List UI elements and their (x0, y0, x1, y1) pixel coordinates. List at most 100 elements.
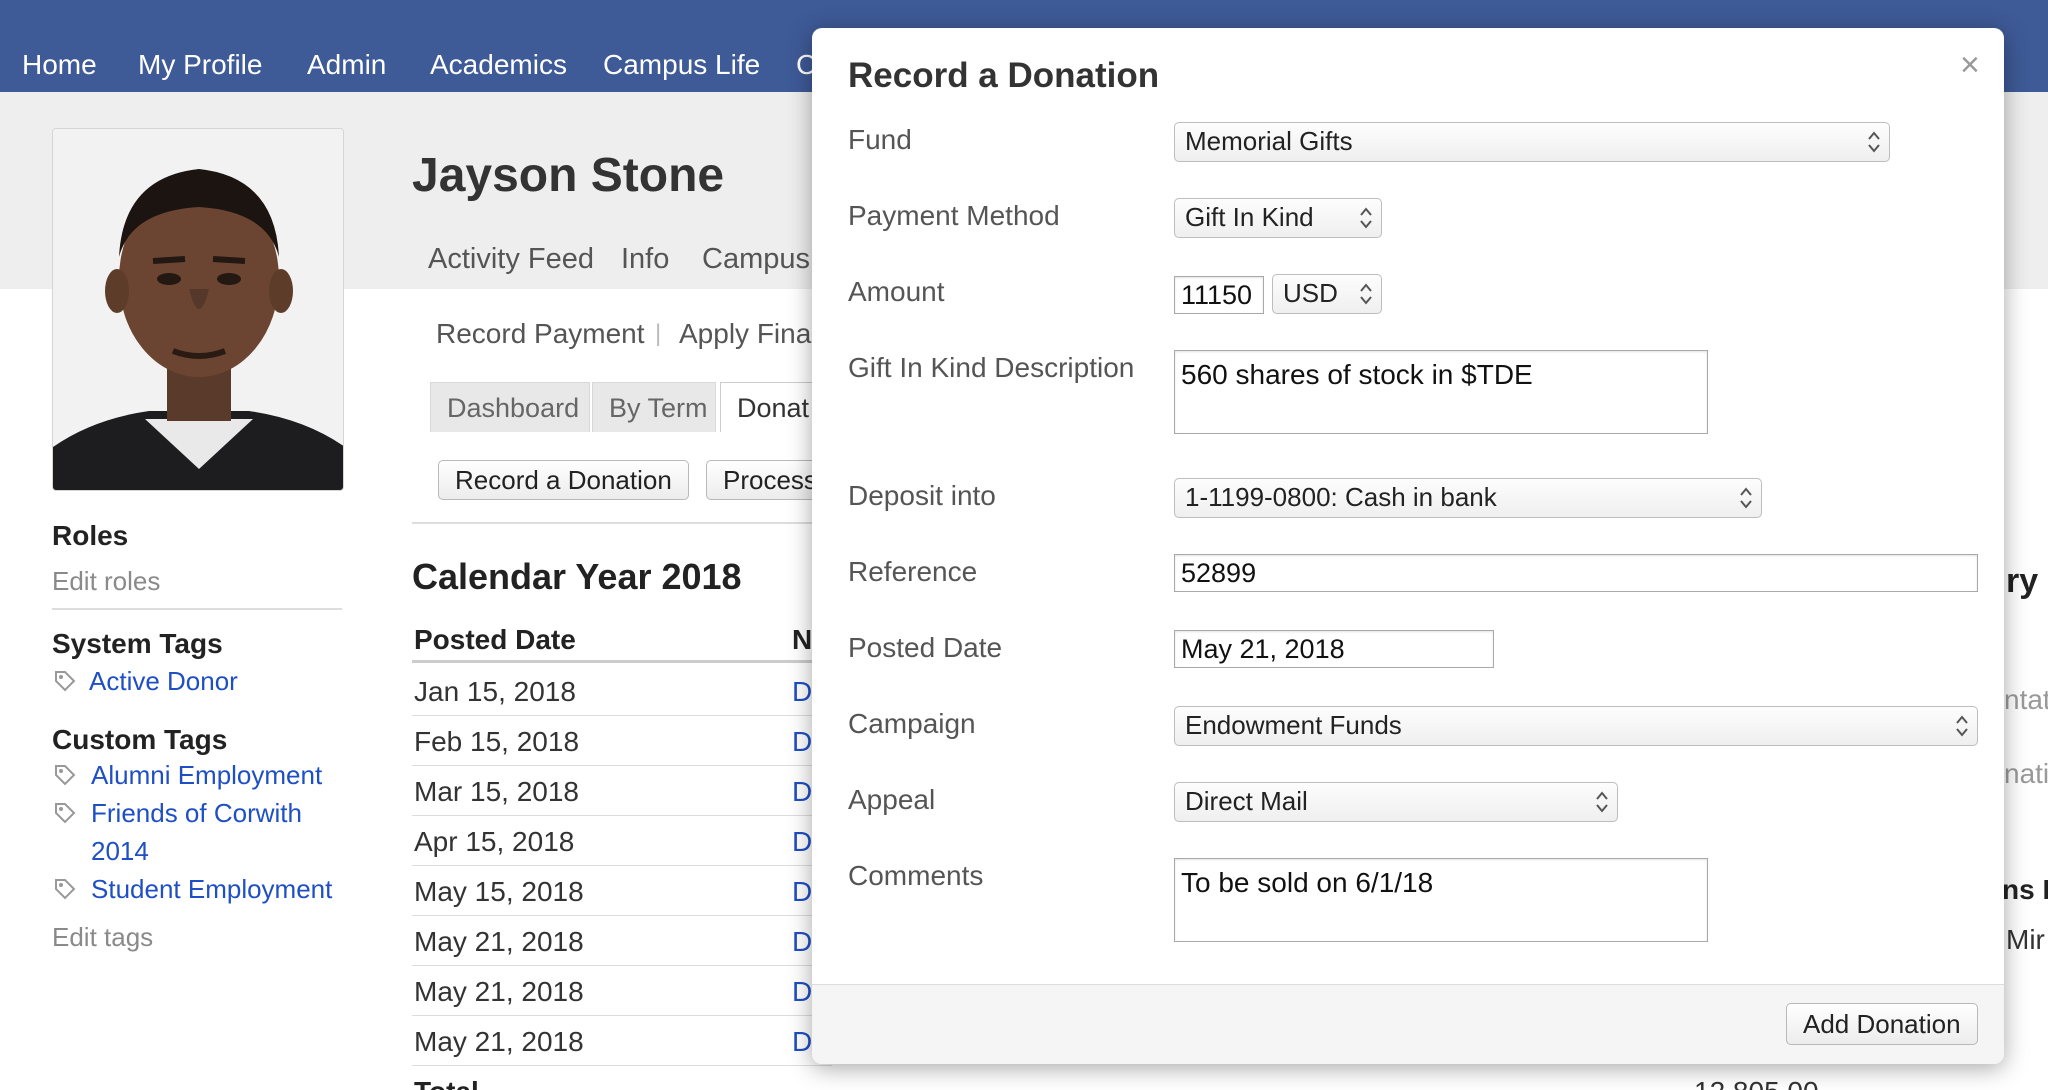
calendar-year-heading: Calendar Year 2018 (412, 556, 742, 597)
campaign-select[interactable]: Endowment Funds (1174, 706, 1978, 746)
reference-input[interactable]: 52899 (1174, 554, 1978, 592)
tag-icon (55, 765, 76, 786)
select-arrows-icon (1360, 207, 1372, 229)
row-date: May 21, 2018 (414, 926, 584, 957)
row-link[interactable]: D (792, 976, 812, 1008)
table-row: May 21, 2018 D (412, 966, 832, 1016)
select-arrows-icon (1740, 487, 1752, 509)
profile-name: Jayson Stone (412, 149, 725, 202)
modal-title: Record a Donation (848, 56, 1160, 95)
col-posted-date[interactable]: Posted Date (414, 624, 576, 656)
record-payment-link[interactable]: Record Payment (436, 318, 645, 350)
table-header-line (412, 660, 832, 663)
posted-date-label: Posted Date (848, 632, 1003, 663)
appeal-label: Appeal (848, 784, 936, 815)
close-icon[interactable]: × (1960, 48, 1980, 82)
select-arrows-icon (1956, 715, 1968, 737)
col-name-truncated[interactable]: N (792, 624, 812, 656)
tag-friends-of-corwith[interactable]: Friends of Corwith (91, 798, 302, 829)
row-date: May 15, 2018 (414, 876, 584, 907)
tag-friends-of-corwith-year[interactable]: 2014 (91, 836, 149, 867)
table-row: Feb 15, 2018 D (412, 716, 832, 766)
subtab-info[interactable]: Info (621, 243, 669, 276)
total-value: 12,805.00 (1694, 1076, 1819, 1090)
appeal-select[interactable]: Direct Mail (1174, 782, 1618, 822)
action-separator: | (655, 320, 662, 347)
fund-select[interactable]: Memorial Gifts (1174, 122, 1890, 162)
amount-label: Amount (848, 276, 945, 307)
custom-tags-heading: Custom Tags (52, 724, 228, 755)
deposit-into-select[interactable]: 1-1199-0800: Cash in bank (1174, 478, 1762, 518)
row-date: May 21, 2018 (414, 1026, 584, 1057)
process-button[interactable]: Process (706, 460, 826, 500)
right-panel-heading-fragment: ry (2006, 562, 2039, 600)
modal-footer: Add Donation (812, 984, 2004, 1064)
table-row: Apr 15, 2018 D (412, 816, 832, 866)
nav-my-profile[interactable]: My Profile (138, 48, 262, 82)
nav-admin[interactable]: Admin (307, 48, 386, 82)
select-arrows-icon (1360, 283, 1372, 305)
content-divider (412, 522, 832, 524)
record-donation-modal: Record a Donation × Fund Memorial Gifts … (812, 28, 2004, 1064)
edit-tags-link[interactable]: Edit tags (52, 922, 153, 953)
subtab-activity-feed[interactable]: Activity Feed (428, 243, 594, 276)
tag-icon (55, 879, 76, 900)
row-link[interactable]: D (792, 1026, 812, 1058)
row-date: Apr 15, 2018 (414, 826, 575, 857)
campaign-label: Campaign (848, 708, 976, 739)
row-date: Feb 15, 2018 (414, 726, 580, 757)
record-donation-button[interactable]: Record a Donation (438, 460, 689, 500)
gik-description-textarea[interactable]: 560 shares of stock in $TDE (1174, 350, 1708, 434)
row-date: Mar 15, 2018 (414, 776, 579, 807)
fund-label: Fund (848, 124, 912, 155)
row-date: Jan 15, 2018 (414, 676, 576, 707)
payment-method-label: Payment Method (848, 200, 1060, 231)
select-arrows-icon (1868, 131, 1880, 153)
nav-campus-life[interactable]: Campus Life (603, 48, 760, 82)
row-link[interactable]: D (792, 876, 812, 908)
amount-input[interactable]: 11150 (1174, 276, 1264, 314)
profile-photo (52, 128, 344, 491)
row-link[interactable]: D (792, 726, 812, 758)
gik-description-label: Gift In Kind Description (848, 352, 1135, 383)
add-donation-button[interactable]: Add Donation (1786, 1003, 1978, 1045)
select-arrows-icon (1596, 791, 1608, 813)
tab-dashboard[interactable]: Dashboard (430, 382, 590, 432)
table-row: May 15, 2018 D (412, 866, 832, 916)
table-row: May 21, 2018 D (412, 1016, 832, 1066)
row-date: May 21, 2018 (414, 976, 584, 1007)
posted-date-input[interactable]: May 21, 2018 (1174, 630, 1494, 668)
total-label: Total (414, 1076, 479, 1090)
nav-academics[interactable]: Academics (430, 48, 567, 82)
row-link[interactable]: D (792, 676, 812, 708)
tag-icon (55, 803, 76, 824)
row-link[interactable]: D (792, 926, 812, 958)
tag-active-donor[interactable]: Active Donor (89, 666, 238, 697)
reference-label: Reference (848, 556, 978, 587)
tag-student-employment[interactable]: Student Employment (91, 874, 332, 905)
sidebar-divider (52, 608, 342, 610)
row-link[interactable]: D (792, 826, 812, 858)
comments-textarea[interactable]: To be sold on 6/1/18 (1174, 858, 1708, 942)
edit-roles-link[interactable]: Edit roles (52, 566, 160, 597)
tag-icon (55, 671, 76, 692)
tab-by-term[interactable]: By Term (592, 382, 716, 432)
right-panel-text-fragment: Mir (2006, 924, 2045, 955)
comments-label: Comments (848, 860, 984, 891)
apply-financial-link[interactable]: Apply Finar (679, 318, 821, 350)
table-row: May 21, 2018 D (412, 916, 832, 966)
table-row: Mar 15, 2018 D (412, 766, 832, 816)
roles-heading: Roles (52, 520, 129, 551)
avatar-portrait-icon (53, 129, 343, 490)
nav-home[interactable]: Home (22, 48, 97, 82)
tag-alumni-employment[interactable]: Alumni Employment (91, 760, 322, 791)
currency-select[interactable]: USD (1272, 274, 1382, 314)
right-panel-text-fragment: ns E (2002, 874, 2048, 905)
payment-method-select[interactable]: Gift In Kind (1174, 198, 1382, 238)
row-link[interactable]: D (792, 776, 812, 808)
right-panel-text-fragment: nati (2004, 758, 2048, 789)
right-panel-text-fragment: ntat (2004, 684, 2048, 715)
deposit-into-label: Deposit into (848, 480, 996, 511)
table-row: Jan 15, 2018 D (412, 666, 832, 716)
system-tags-heading: System Tags (52, 628, 223, 659)
